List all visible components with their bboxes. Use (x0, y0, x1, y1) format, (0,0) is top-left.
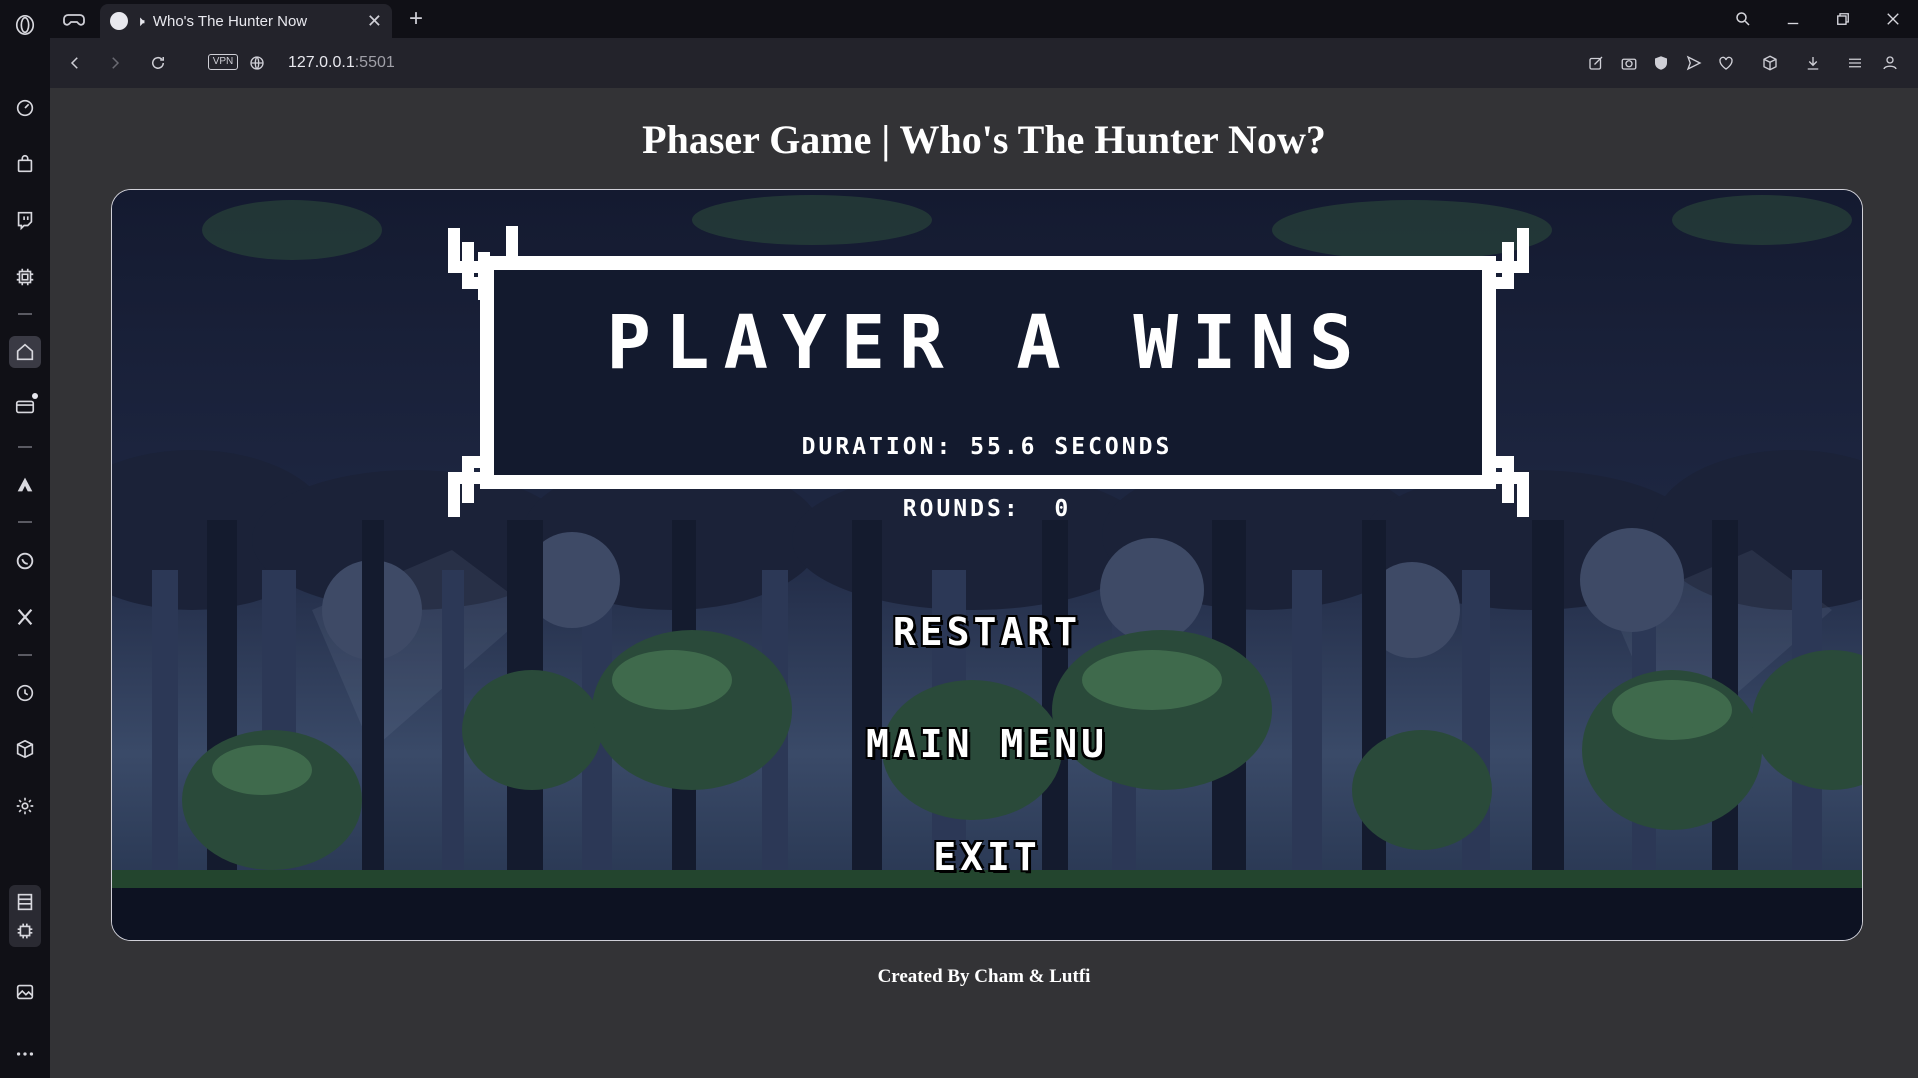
tab-title: Who's The Hunter Now (152, 12, 308, 30)
address-bar: VPN 127.0.0.1:5501 (50, 38, 1918, 88)
sidebar-divider (18, 446, 32, 448)
shopping-bag-icon[interactable] (9, 148, 41, 180)
back-icon[interactable] (62, 50, 88, 76)
storage-icon[interactable] (9, 886, 41, 918)
restart-button[interactable]: RESTART (112, 610, 1862, 654)
rounds-row: ROUNDS: 0 (112, 496, 1862, 522)
opera-logo-icon[interactable] (9, 9, 41, 41)
globe-icon[interactable] (244, 50, 270, 76)
twitch-icon[interactable] (9, 204, 41, 236)
main-menu-button[interactable]: MAIN MENU (112, 722, 1862, 766)
gallery-icon[interactable] (9, 976, 41, 1008)
sidebar-tools-group (9, 885, 41, 947)
rounds-value: 0 (1054, 496, 1072, 522)
share-edit-icon[interactable] (1583, 50, 1609, 76)
game-canvas[interactable]: PLAYER A WINS DURATION: 55.6 SECONDS ROU… (111, 189, 1863, 941)
exit-button[interactable]: EXIT (112, 835, 1862, 879)
active-tab[interactable]: 🕨 Who's The Hunter Now ✕ (100, 4, 392, 38)
rounds-label: ROUNDS: (902, 496, 1021, 522)
vpn-badge[interactable]: VPN (208, 54, 238, 70)
search-icon[interactable] (1730, 6, 1756, 32)
heart-icon[interactable] (1713, 50, 1739, 76)
shield-icon[interactable] (1648, 50, 1674, 76)
forward-icon[interactable] (102, 50, 128, 76)
speaker-icon[interactable]: 🕨 (136, 13, 145, 30)
tab-bar: 🕨 Who's The Hunter Now ✕ + (50, 0, 1918, 38)
whatsapp-icon[interactable] (9, 545, 41, 577)
url-field[interactable]: 127.0.0.1:5501 (288, 54, 395, 72)
page-title: Phaser Game | Who's The Hunter Now? (642, 117, 1326, 162)
download-icon[interactable] (1800, 50, 1826, 76)
sidebar-divider (18, 654, 32, 656)
minimize-icon[interactable] (1780, 6, 1806, 32)
url-port: :5501 (354, 54, 395, 71)
send-icon[interactable] (1681, 50, 1707, 76)
cpu-icon[interactable] (9, 261, 41, 293)
reload-icon[interactable] (145, 50, 171, 76)
sidebar-divider (18, 313, 32, 315)
easy-setup-icon[interactable] (1842, 50, 1868, 76)
settings-gear-icon[interactable] (9, 790, 41, 822)
sidebar-divider (18, 521, 32, 523)
result-title: PLAYER A WINS (606, 300, 1368, 386)
speed-dial-icon[interactable] (9, 92, 41, 124)
page-viewport: Phaser Game | Who's The Hunter Now? PLAY… (50, 88, 1918, 1078)
box-icon[interactable] (1757, 50, 1783, 76)
notification-dot (32, 393, 38, 399)
profile-icon[interactable] (1877, 50, 1903, 76)
aria-icon[interactable] (9, 469, 41, 501)
close-window-icon[interactable] (1880, 6, 1906, 32)
gamepad-icon[interactable] (62, 8, 86, 30)
history-clock-icon[interactable] (9, 677, 41, 709)
extensions-cube-icon[interactable] (9, 733, 41, 765)
browser-sidebar (0, 0, 50, 1078)
x-twitter-icon[interactable] (9, 601, 41, 633)
home-icon[interactable] (9, 336, 41, 368)
duration-text: DURATION: 55.6 SECONDS (801, 434, 1173, 460)
chip-icon[interactable] (9, 915, 41, 947)
new-tab-button[interactable]: + (402, 5, 430, 33)
credits-text: Created By Cham & Lutfi (877, 966, 1091, 987)
close-tab-icon[interactable]: ✕ (367, 11, 382, 32)
restore-window-icon[interactable] (1830, 6, 1856, 32)
more-options-icon[interactable] (9, 1038, 41, 1070)
tab-favicon-icon (110, 12, 128, 30)
wallet-icon[interactable] (9, 390, 41, 422)
camera-icon[interactable] (1616, 50, 1642, 76)
url-host: 127.0.0.1 (288, 54, 355, 71)
